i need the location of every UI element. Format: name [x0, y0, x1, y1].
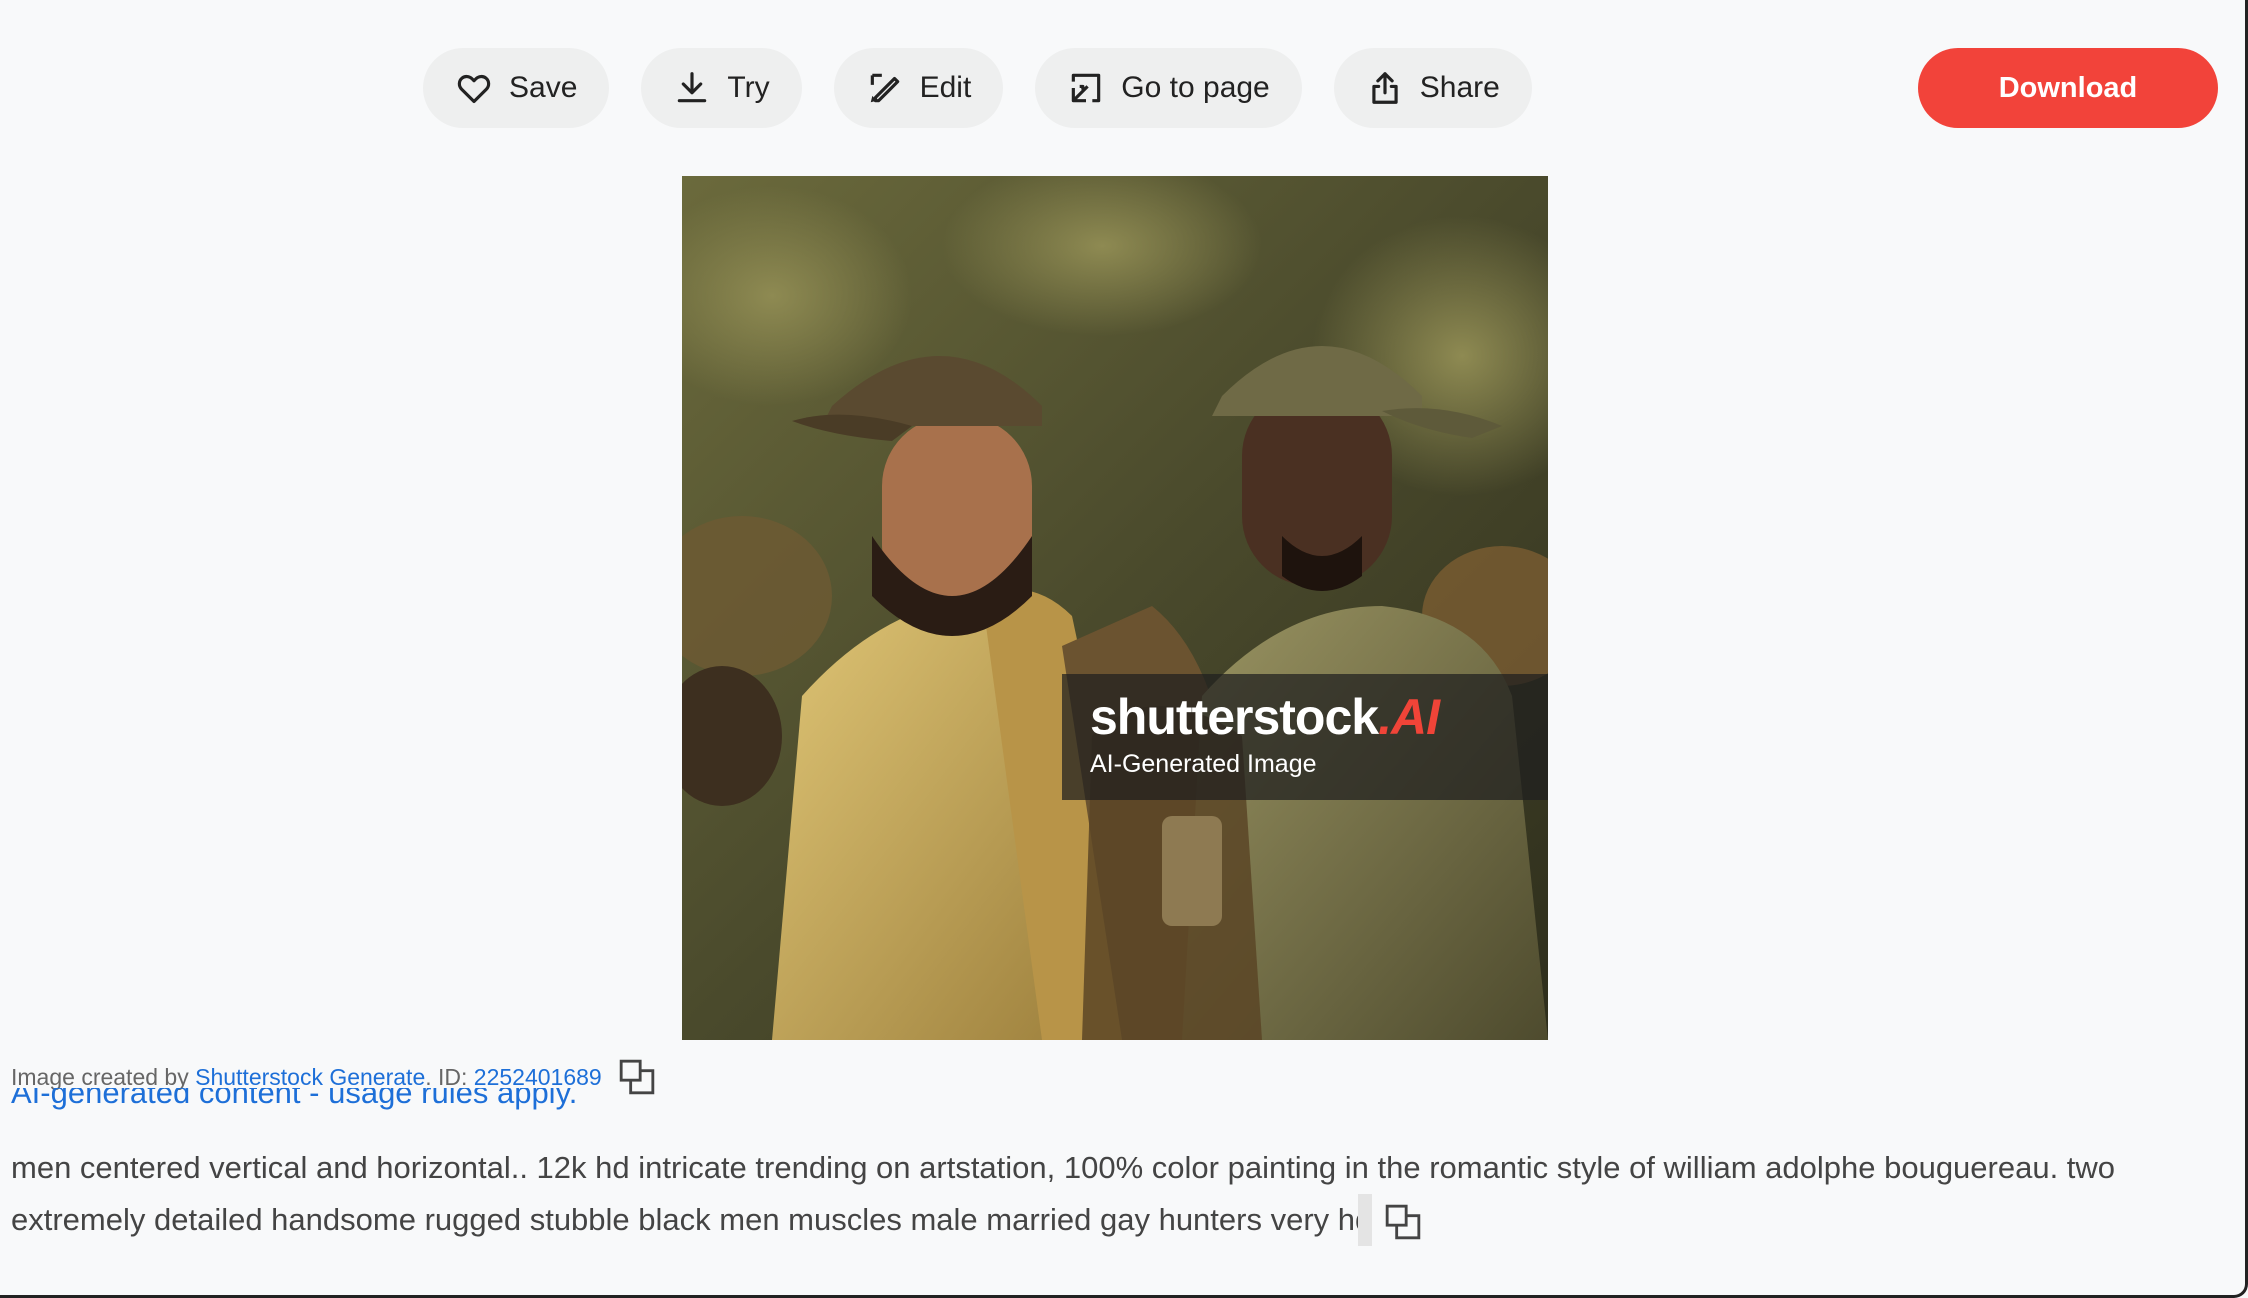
try-button[interactable]: Try	[641, 48, 802, 128]
usage-rules-text: AI-generated content - usage rules apply…	[11, 1088, 578, 1110]
external-link-icon	[1072, 73, 1101, 103]
share-button[interactable]: Share	[1333, 48, 1532, 128]
text-cursor-highlight	[1358, 1194, 1373, 1246]
save-label: Save	[509, 71, 578, 104]
share-label: Share	[1419, 71, 1500, 104]
edit-label: Edit	[919, 71, 972, 104]
heart-icon	[457, 74, 491, 104]
download-button[interactable]: Download	[1918, 48, 2218, 128]
generated-image[interactable]: shutterstock.AI AI-Generated Image	[682, 176, 1548, 1040]
go-to-page-label: Go to page	[1121, 71, 1270, 104]
save-button[interactable]: Save	[423, 48, 610, 128]
action-toolbar: Save Try Edit Go to page Share	[423, 48, 1532, 128]
download-arrow-icon	[678, 72, 707, 103]
share-icon	[1372, 72, 1398, 104]
go-to-page-button[interactable]: Go to page	[1035, 48, 1302, 128]
painting-illustration	[682, 176, 1548, 1040]
credit-prefix: Image created by	[11, 1063, 189, 1090]
image-description: men centered vertical and horizontal.. 1…	[11, 1142, 2211, 1246]
description-text: men centered vertical and horizontal.. 1…	[11, 1150, 2116, 1237]
try-label: Try	[727, 71, 770, 104]
usage-rules-link[interactable]: AI-generated content - usage rules apply…	[11, 1088, 577, 1118]
watermark-caption: AI-Generated Image	[1090, 750, 1317, 778]
image-id-link[interactable]: 2252401689	[474, 1064, 602, 1091]
copy-id-icon[interactable]	[618, 1058, 656, 1096]
watermark-logo: shutterstock.AI	[1090, 689, 1440, 745]
id-prefix: . ID:	[425, 1063, 468, 1090]
edit-pencil-icon	[870, 73, 899, 103]
watermark: shutterstock.AI AI-Generated Image	[1062, 674, 1548, 800]
copy-description-icon[interactable]	[1384, 1203, 1422, 1241]
edit-button[interactable]: Edit	[833, 48, 1004, 128]
generator-link[interactable]: Shutterstock Generate	[195, 1064, 425, 1091]
